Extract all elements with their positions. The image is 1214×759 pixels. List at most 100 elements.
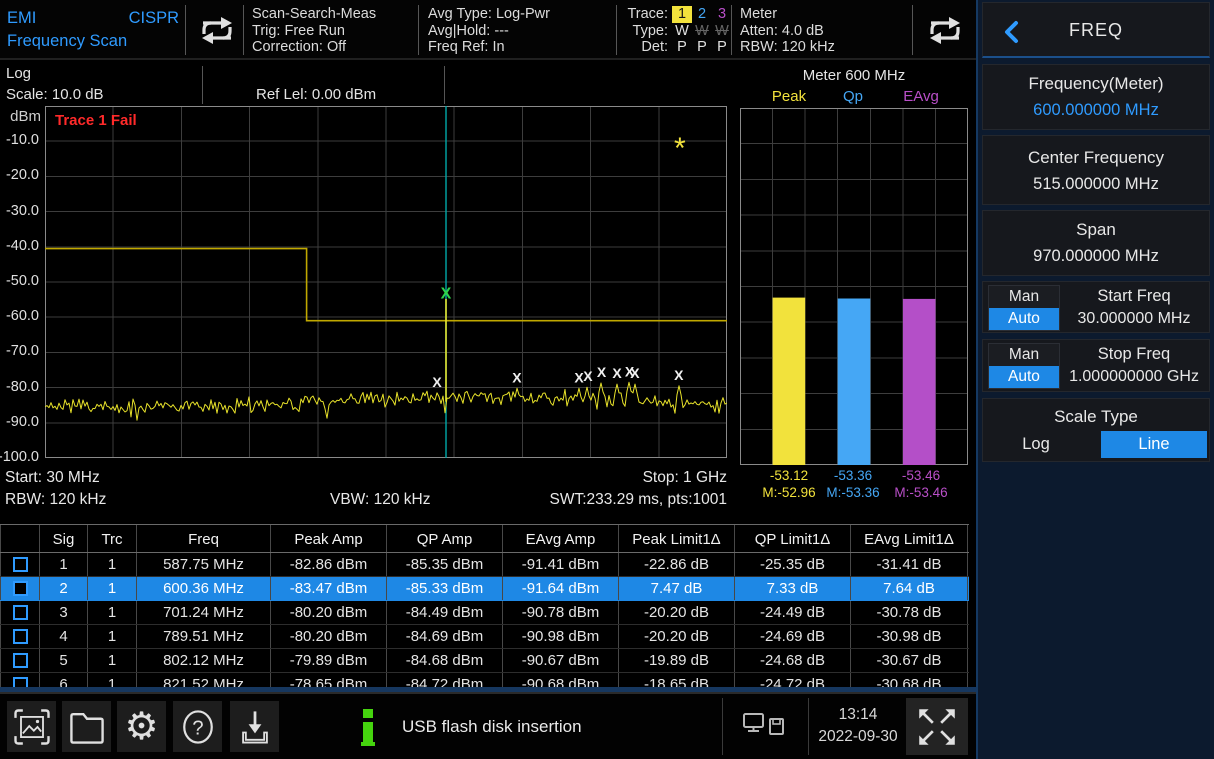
mode-label: EMI xyxy=(7,7,36,30)
menu-item-span[interactable]: Span 970.000000 MHz xyxy=(982,210,1210,276)
table-header-cell: EAvg Amp xyxy=(503,525,619,552)
table-header-cell: Peak Amp xyxy=(271,525,387,552)
table-cell: -85.33 dBm xyxy=(387,577,503,600)
emi-receiver-screen: EMI CISPR Frequency Scan Scan-Search-Me xyxy=(0,0,1214,759)
table-cell: -18.65 dB xyxy=(619,673,735,687)
trace-det-label: Det: xyxy=(622,39,668,56)
table-cell xyxy=(0,553,40,576)
table-cell: -83.47 dBm xyxy=(271,577,387,600)
fullscreen-button[interactable] xyxy=(906,698,968,755)
svg-text:*: * xyxy=(674,132,686,165)
svg-text:X: X xyxy=(597,364,607,380)
measurement-title: Frequency Scan xyxy=(7,30,179,53)
continuous-sweep-icon[interactable] xyxy=(191,8,243,52)
start-freq-annotation: Start: 30 MHz xyxy=(5,469,100,487)
mode-title: EMI CISPR Frequency Scan xyxy=(7,7,179,53)
meter-bar-chart[interactable] xyxy=(740,108,968,465)
menu-item-stop-freq[interactable]: Man Auto Stop Freq 1.000000000 GHz xyxy=(982,339,1210,392)
menu-item-scale-type[interactable]: Scale Type Log Line xyxy=(982,398,1210,462)
svg-text:X: X xyxy=(674,367,684,383)
vbw-annotation: VBW: 120 kHz xyxy=(330,491,431,509)
table-cell: 1 xyxy=(88,649,137,672)
trace-2-type: W xyxy=(692,23,712,40)
table-cell: -82.86 dBm xyxy=(271,553,387,576)
table-header-cell xyxy=(0,525,40,552)
y-axis-tick: -100.0 xyxy=(0,449,39,465)
divider xyxy=(444,66,445,104)
stop-freq-man-auto: Man Auto xyxy=(988,343,1060,389)
trace-selector: Trace: 1 2 3 Type: W W W Det: P P P xyxy=(622,6,732,56)
table-cell: 1 xyxy=(88,553,137,576)
table-cell: 7.47 dB xyxy=(619,577,735,600)
start-freq-man-button[interactable]: Man xyxy=(989,286,1059,308)
menu-item-center-frequency[interactable]: Center Frequency 515.000000 MHz xyxy=(982,135,1210,205)
table-cell xyxy=(0,625,40,648)
table-cell: 2 xyxy=(40,577,88,600)
trace-1-button[interactable]: 1 xyxy=(672,6,692,23)
table-row[interactable]: 21600.36 MHz-83.47 dBm-85.33 dBm-91.64 d… xyxy=(0,577,969,601)
trace-label: Trace: xyxy=(622,6,668,23)
table-cell: 5 xyxy=(40,649,88,672)
row-checkbox[interactable] xyxy=(13,557,28,572)
start-freq-value: 30.000000 MHz xyxy=(1063,310,1205,328)
trace-2-det: P xyxy=(692,39,712,56)
signal-table: SigTrcFreqPeak AmpQP AmpEAvg AmpPeak Lim… xyxy=(0,524,969,687)
folder-icon xyxy=(65,705,109,749)
trace-3-button[interactable]: 3 xyxy=(712,6,732,23)
divider xyxy=(243,5,244,55)
table-cell: 7.33 dB xyxy=(735,577,851,600)
stop-freq-man-button[interactable]: Man xyxy=(989,344,1059,366)
table-header-cell: Trc xyxy=(88,525,137,552)
scale-log-button[interactable]: Log xyxy=(1011,435,1061,454)
row-checkbox[interactable] xyxy=(13,605,28,620)
trace-2-button[interactable]: 2 xyxy=(692,6,712,23)
meter-peak-readout: -53.12M:-52.96 xyxy=(762,467,815,501)
table-cell: 789.51 MHz xyxy=(137,625,271,648)
stop-freq-auto-button[interactable]: Auto xyxy=(989,366,1059,388)
table-cell xyxy=(0,601,40,624)
row-checkbox[interactable] xyxy=(13,629,28,644)
divider xyxy=(185,5,186,55)
row-checkbox[interactable] xyxy=(13,677,28,687)
settings-button[interactable]: ⚙ xyxy=(117,701,166,752)
save-button[interactable] xyxy=(230,701,279,752)
trace-1-type: W xyxy=(672,23,692,40)
row-checkbox[interactable] xyxy=(13,581,28,596)
table-row[interactable]: 41789.51 MHz-80.20 dBm-84.69 dBm-90.98 d… xyxy=(0,625,969,649)
table-row[interactable]: 31701.24 MHz-80.20 dBm-84.49 dBm-90.78 d… xyxy=(0,601,969,625)
table-cell xyxy=(0,673,40,687)
menu-item-start-freq[interactable]: Man Auto Start Freq 30.000000 MHz xyxy=(982,281,1210,333)
divider xyxy=(418,5,419,55)
table-cell: -24.72 dB xyxy=(735,673,851,687)
menu-item-frequency-meter[interactable]: Frequency(Meter) 600.000000 MHz xyxy=(982,64,1210,130)
table-cell: -24.69 dB xyxy=(735,625,851,648)
row-checkbox[interactable] xyxy=(13,653,28,668)
table-header-cell: EAvg Limit1Δ xyxy=(851,525,968,552)
scan-info: Scan-Search-Meas Trig: Free Run Correcti… xyxy=(252,6,376,56)
table-cell: -79.89 dBm xyxy=(271,649,387,672)
help-button[interactable]: ? xyxy=(173,701,222,752)
table-cell: -20.20 dB xyxy=(619,601,735,624)
table-row[interactable]: 11587.75 MHz-82.86 dBm-85.35 dBm-91.41 d… xyxy=(0,553,969,577)
table-cell: -24.68 dB xyxy=(735,649,851,672)
table-cell: -22.86 dB xyxy=(619,553,735,576)
table-header-row: SigTrcFreqPeak AmpQP AmpEAvg AmpPeak Lim… xyxy=(0,524,969,553)
meter-continuous-icon[interactable] xyxy=(919,8,971,52)
y-axis-tick: -80.0 xyxy=(6,379,39,395)
file-button[interactable] xyxy=(62,701,111,752)
meter-title: Meter xyxy=(740,6,835,23)
screenshot-button[interactable] xyxy=(7,701,56,752)
table-header-cell: QP Amp xyxy=(387,525,503,552)
table-cell: -80.20 dBm xyxy=(271,601,387,624)
table-cell: -30.98 dB xyxy=(851,625,968,648)
table-row[interactable]: 51802.12 MHz-79.89 dBm-84.68 dBm-90.67 d… xyxy=(0,649,969,673)
menu-panel: FREQ Frequency(Meter) 600.000000 MHz Cen… xyxy=(976,0,1214,759)
main-spectrum-chart[interactable]: XXXXXXXXXX* xyxy=(45,106,727,458)
scale-line-button[interactable]: Line xyxy=(1101,431,1207,458)
svg-text:X: X xyxy=(583,368,593,384)
table-row[interactable]: 61821.52 MHz-78.65 dBm-84.72 dBm-90.68 d… xyxy=(0,673,969,687)
back-chevron-icon[interactable] xyxy=(1003,20,1019,44)
trace-3-type: W xyxy=(712,23,732,40)
y-axis-tick: -20.0 xyxy=(6,167,39,183)
start-freq-auto-button[interactable]: Auto xyxy=(989,308,1059,330)
